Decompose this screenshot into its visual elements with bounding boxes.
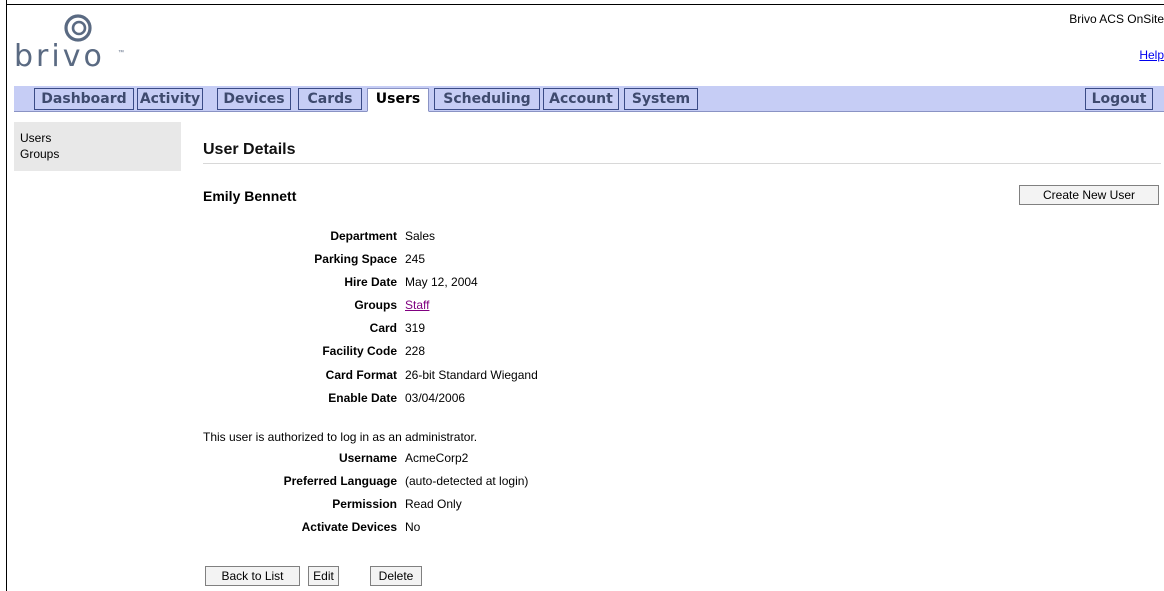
brivo-swirl-icon (64, 14, 92, 42)
detail-row-facility-code: Facility Code 228 (0, 342, 425, 360)
detail-value: (auto-detected at login) (405, 474, 529, 488)
admin-row-permission: Permission Read Only (0, 495, 461, 513)
admin-row-preferred-language: Preferred Language (auto-detected at log… (0, 472, 529, 490)
detail-label: Card Format (325, 368, 397, 382)
tab-users[interactable]: Users (367, 88, 429, 112)
page-title: User Details (203, 141, 296, 158)
detail-row-hire-date: Hire Date May 12, 2004 (0, 273, 477, 291)
tab-activity[interactable]: Activity (137, 88, 203, 110)
detail-label: Facility Code (322, 344, 397, 358)
trademark: ™ (118, 50, 124, 56)
nav-divider (14, 111, 1164, 112)
window-frame-top (6, 4, 1164, 5)
help-link[interactable]: Help (1139, 48, 1164, 62)
tab-account[interactable]: Account (543, 88, 619, 110)
detail-label: Activate Devices (301, 520, 397, 534)
title-divider (203, 163, 1161, 164)
admin-row-activate-devices: Activate Devices No (0, 518, 421, 536)
detail-value: 245 (405, 252, 426, 266)
create-new-user-button[interactable]: Create New User (1019, 185, 1159, 205)
detail-row-card-format: Card Format 26-bit Standard Wiegand (0, 366, 538, 384)
detail-row-card: Card 319 (0, 319, 425, 337)
app-title: Brivo ACS OnSite (1069, 12, 1164, 26)
detail-row-parking-space: Parking Space 245 (0, 250, 425, 268)
detail-value: No (405, 520, 421, 534)
admin-authorization-note: This user is authorized to log in as an … (203, 430, 478, 444)
logout-button[interactable]: Logout (1085, 88, 1153, 110)
user-name-heading: Emily Bennett (203, 188, 297, 204)
main-nav: Dashboard Activity Devices Cards Users S… (14, 86, 1164, 112)
tab-cards[interactable]: Cards (298, 88, 362, 110)
sidebar: Users Groups (14, 122, 181, 171)
back-to-list-button[interactable]: Back to List (205, 566, 300, 586)
detail-value: AcmeCorp2 (405, 451, 469, 465)
detail-label: Hire Date (344, 275, 397, 289)
detail-value: 03/04/2006 (405, 391, 466, 405)
detail-value: 26-bit Standard Wiegand (405, 368, 538, 382)
detail-label: Preferred Language (283, 474, 397, 488)
brivo-logo: brivo ™ (14, 10, 124, 78)
detail-value: May 12, 2004 (405, 275, 478, 289)
edit-button[interactable]: Edit (308, 566, 339, 586)
group-staff-link[interactable]: Staff (405, 296, 429, 314)
sidebar-item-users[interactable]: Users (20, 131, 51, 145)
detail-label: Parking Space (314, 252, 397, 266)
tab-system[interactable]: System (624, 88, 698, 110)
detail-value: Read Only (405, 497, 462, 511)
tab-devices[interactable]: Devices (217, 88, 291, 110)
detail-value: Sales (405, 229, 436, 243)
tab-dashboard[interactable]: Dashboard (34, 88, 134, 110)
detail-label: Card (369, 321, 397, 335)
detail-value: 228 (405, 344, 426, 358)
detail-row-department: Department Sales (0, 227, 435, 245)
detail-label: Username (338, 451, 397, 465)
detail-label: Enable Date (328, 391, 397, 405)
detail-row-enable-date: Enable Date 03/04/2006 (0, 389, 465, 407)
tab-scheduling[interactable]: Scheduling (434, 88, 540, 110)
detail-value: 319 (405, 321, 426, 335)
delete-button[interactable]: Delete (370, 566, 422, 586)
detail-row-groups: Groups Staff (0, 296, 429, 314)
admin-row-username: Username AcmeCorp2 (0, 449, 468, 467)
detail-label: Department (330, 229, 397, 243)
sidebar-item-groups[interactable]: Groups (20, 147, 59, 161)
detail-label: Permission (332, 497, 397, 511)
brand-text: brivo (14, 39, 105, 74)
detail-label: Groups (354, 298, 397, 312)
